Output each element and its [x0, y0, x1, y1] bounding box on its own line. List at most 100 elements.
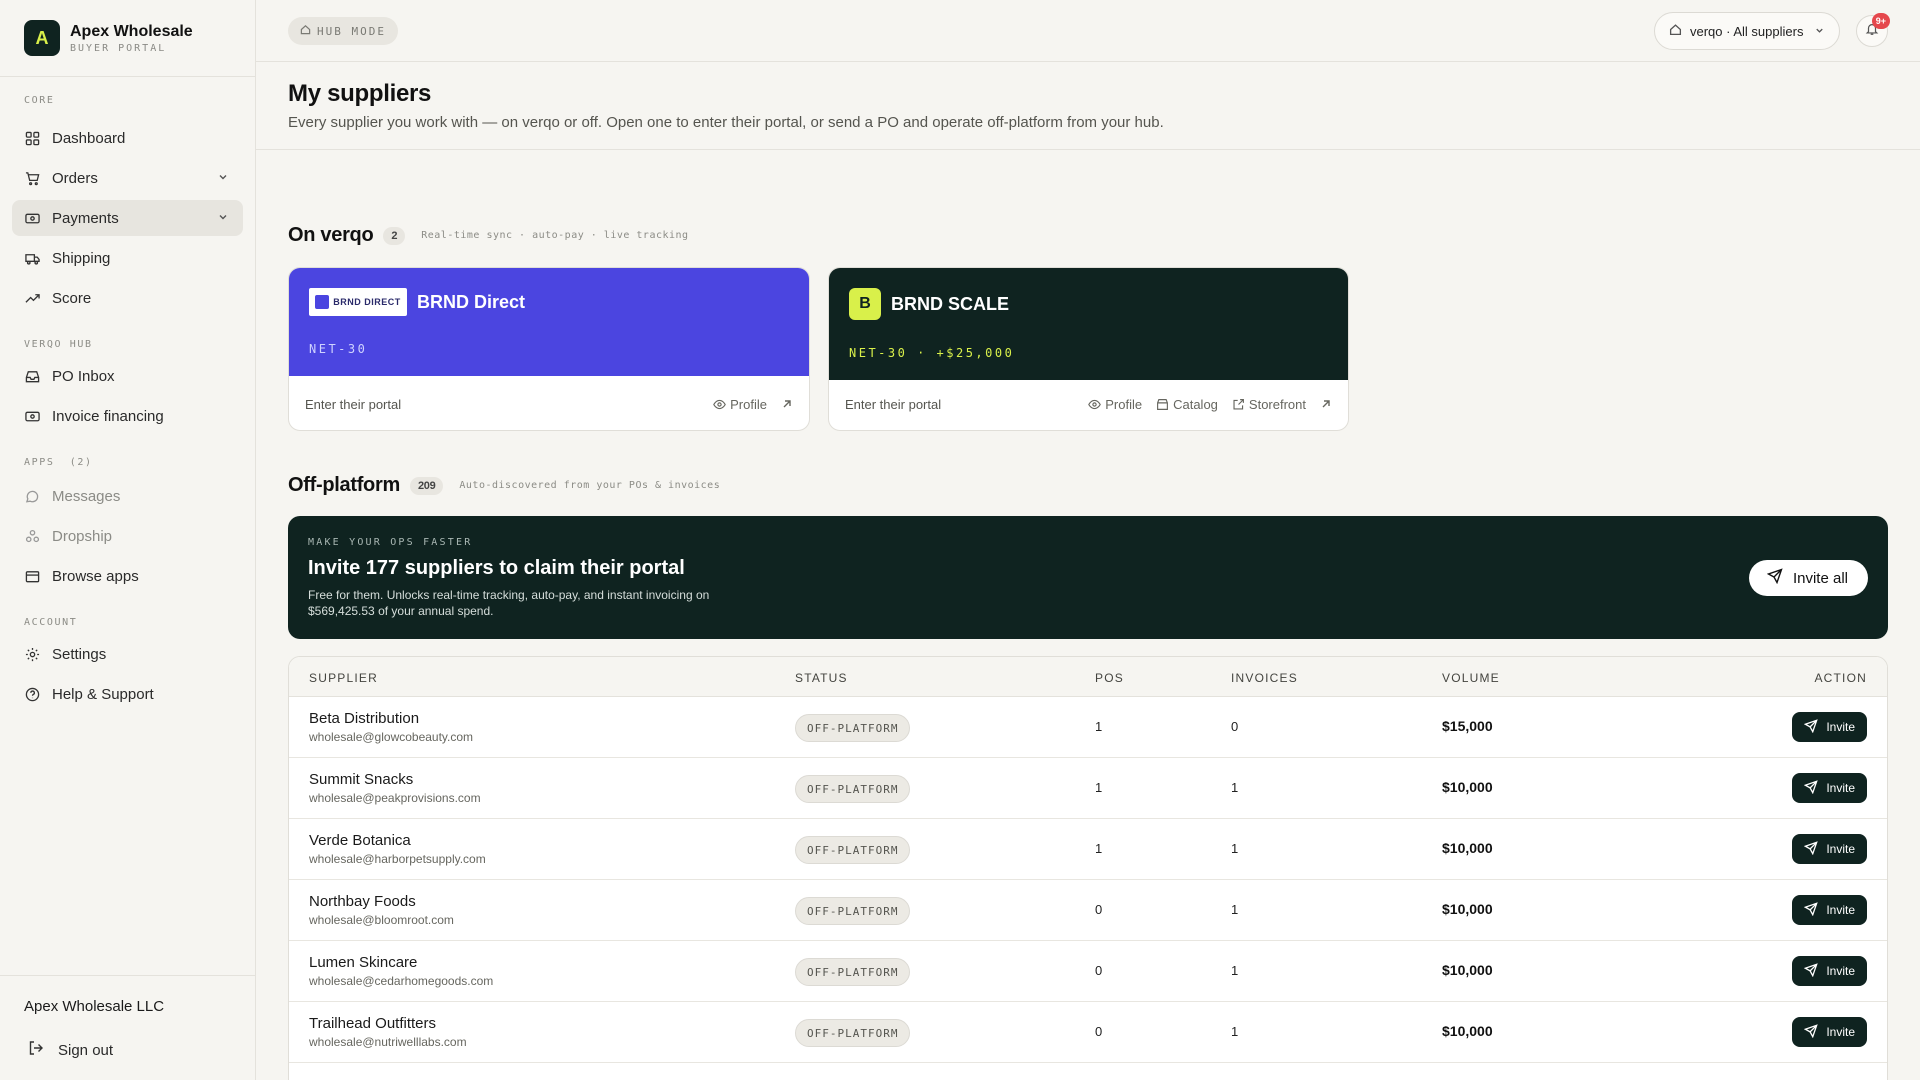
logo-text: BRND DIRECT: [333, 297, 401, 307]
sidebar: A Apex Wholesale BUYER PORTAL CORE Dashb…: [0, 0, 256, 1080]
card-footer: Enter their portal Profile Catalog Store…: [829, 378, 1348, 430]
notifications-button[interactable]: 9+: [1856, 13, 1890, 47]
invite-button[interactable]: Invite: [1792, 956, 1867, 986]
sidebar-item-browse-apps[interactable]: Browse apps: [12, 558, 243, 594]
supplier-name[interactable]: Summit Snacks: [309, 771, 481, 788]
supplier-cell: Trailhead Outfitters wholesale@nutriwelll…: [309, 1015, 467, 1049]
invite-button[interactable]: Invite: [1792, 834, 1867, 864]
sidebar-item-orders[interactable]: Orders: [12, 160, 243, 196]
col-invoices[interactable]: INVOICES: [1231, 671, 1298, 685]
arrow-up-right-icon[interactable]: [1320, 398, 1332, 410]
col-volume[interactable]: VOLUME: [1442, 671, 1500, 685]
supplier-name: BRND Direct: [417, 292, 526, 312]
sidebar-item-invoice-financing[interactable]: Invoice financing: [12, 398, 243, 434]
sidebar-item-score[interactable]: Score: [12, 280, 243, 316]
sidebar-item-payments[interactable]: Payments: [12, 200, 243, 236]
status-badge: OFF-PLATFORM: [795, 897, 911, 925]
invite-label: Invite: [1826, 1025, 1855, 1039]
sign-out-button[interactable]: Sign out: [28, 1040, 113, 1060]
brnd-direct-logo: BRND DIRECT: [309, 288, 407, 316]
send-icon: [1804, 779, 1819, 797]
page-title: My suppliers: [288, 80, 432, 107]
invite-banner: MAKE YOUR OPS FASTER Invite 177 supplier…: [288, 516, 1888, 639]
pos-count: 0: [1095, 902, 1103, 917]
enter-portal-link[interactable]: Enter their portal: [305, 397, 401, 412]
invite-all-button[interactable]: Invite all: [1748, 560, 1868, 596]
sidebar-item-help[interactable]: Help & Support: [12, 676, 243, 712]
send-icon: [1804, 962, 1819, 980]
sidebar-item-po-inbox[interactable]: PO Inbox: [12, 358, 243, 394]
home-icon: [300, 24, 311, 38]
invite-button[interactable]: Invite: [1792, 895, 1867, 925]
supplier-cell: Northbay Foods wholesale@bloomroot.com: [309, 893, 454, 927]
table-row[interactable]: Northbay Foods wholesale@bloomroot.com OFF…: [289, 880, 1887, 941]
sidebar-item-label: PO Inbox: [52, 367, 115, 385]
table-row[interactable]: Trailhead Outfitters wholesale@nutriwelll…: [289, 1002, 1887, 1063]
table-row[interactable]: Verde Botanica wholesale@harborpetsupply.…: [289, 819, 1887, 880]
invite-button[interactable]: Invite: [1792, 1017, 1867, 1047]
supplier-email: wholesale@bloomroot.com: [309, 913, 454, 927]
sidebar-item-dashboard[interactable]: Dashboard: [12, 120, 243, 156]
col-pos[interactable]: POS: [1095, 671, 1124, 685]
payments-icon: [24, 210, 40, 226]
pos-count: 1: [1095, 719, 1103, 734]
count-badge: 209: [409, 476, 444, 495]
send-icon: [1804, 901, 1819, 919]
brand[interactable]: A Apex Wholesale BUYER PORTAL: [0, 0, 255, 77]
col-action: ACTION: [1814, 671, 1867, 685]
arrow-up-right-icon[interactable]: [781, 398, 793, 410]
catalog-link[interactable]: Catalog: [1156, 397, 1218, 412]
supplier-card-brnd-direct[interactable]: BRND DIRECT BRND Direct NET-30 Enter the…: [288, 267, 810, 431]
catalog-label: Catalog: [1173, 396, 1218, 412]
supplier-name[interactable]: Northbay Foods: [309, 893, 454, 910]
table-row[interactable]: Beta Distribution wholesale@glowcobeauty.…: [289, 697, 1887, 758]
enter-portal-link[interactable]: Enter their portal: [845, 397, 941, 412]
sidebar-item-settings[interactable]: Settings: [12, 636, 243, 672]
sidebar-item-label: Help & Support: [52, 685, 154, 703]
message-icon: [24, 488, 40, 504]
invite-button[interactable]: Invite: [1792, 773, 1867, 803]
on-verqo-heading: On verqo 2 Real-time sync · auto-pay · l…: [288, 224, 689, 247]
banner-description: Free for them. Unlocks real-time trackin…: [308, 588, 710, 618]
sidebar-footer: Apex Wholesale LLC Sign out: [0, 975, 256, 1080]
sidebar-item-messages[interactable]: Messages: [12, 478, 243, 514]
invite-label: Invite: [1826, 903, 1855, 917]
volume-value: $10,000: [1442, 840, 1493, 856]
invoices-count: 1: [1231, 902, 1239, 917]
invite-all-label: Invite all: [1792, 569, 1848, 587]
sidebar-item-label: Browse apps: [52, 567, 139, 585]
help-icon: [24, 686, 40, 702]
invite-label: Invite: [1826, 964, 1855, 978]
invoices-count: 0: [1231, 719, 1239, 734]
sidebar-item-shipping[interactable]: Shipping: [12, 240, 243, 276]
pos-count: 0: [1095, 1024, 1103, 1039]
cart-icon: [24, 170, 40, 186]
card-header: B BRND SCALE NET-30 · +$25,000: [829, 268, 1348, 380]
profile-link[interactable]: Profile: [713, 397, 767, 412]
table-row[interactable]: Summit Snacks wholesale@peakprovisions.co…: [289, 758, 1887, 819]
supplier-cell: Verde Botanica wholesale@harborpetsupply.…: [309, 832, 486, 866]
card-footer: Enter their portal Profile: [289, 378, 809, 430]
sign-out-label: Sign out: [58, 1041, 114, 1059]
sidebar-item-dropship[interactable]: Dropship: [12, 518, 243, 554]
col-supplier[interactable]: SUPPLIER: [309, 671, 378, 685]
chevron-down-icon: [217, 170, 229, 187]
supplier-name[interactable]: Lumen Skincare: [309, 954, 493, 971]
volume-value: $10,000: [1442, 1023, 1493, 1039]
invite-button[interactable]: Invite: [1792, 712, 1867, 742]
supplier-card-brnd-scale[interactable]: B BRND SCALE NET-30 · +$25,000 Enter the…: [828, 267, 1349, 431]
profile-link[interactable]: Profile: [1088, 397, 1142, 412]
volume-value: $10,000: [1442, 962, 1493, 978]
table-header: SUPPLIER STATUS POS INVOICES VOLUME ACTI…: [289, 657, 1887, 697]
storefront-link[interactable]: Storefront: [1232, 397, 1306, 412]
supplier-scope-select[interactable]: verqo · All suppliers: [1654, 12, 1840, 50]
col-status[interactable]: STATUS: [795, 671, 848, 685]
section-title: On verqo: [288, 224, 374, 246]
supplier-logo: B: [849, 288, 881, 320]
supplier-name[interactable]: Trailhead Outfitters: [309, 1015, 467, 1032]
supplier-name[interactable]: Beta Distribution: [309, 710, 473, 727]
table-row[interactable]: Lumen Skincare wholesale@cedarhomegoods.c…: [289, 941, 1887, 1002]
supplier-name[interactable]: Verde Botanica: [309, 832, 486, 849]
banner-title: Invite 177 suppliers to claim their port…: [308, 557, 685, 579]
supplier-email: wholesale@cedarhomegoods.com: [309, 974, 494, 988]
